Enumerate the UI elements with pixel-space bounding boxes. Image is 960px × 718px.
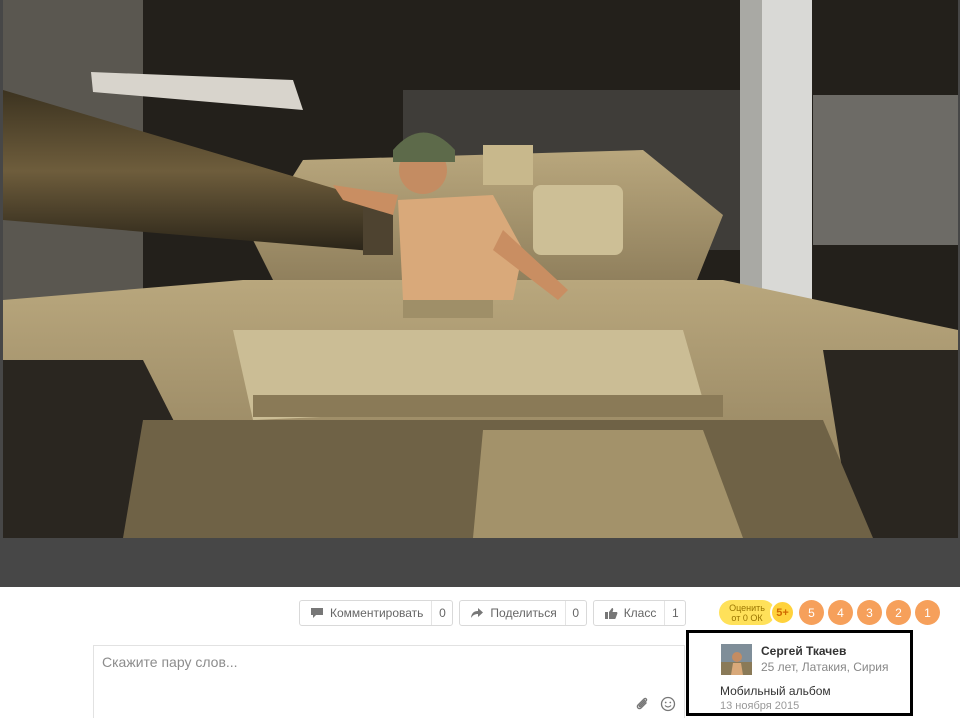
rate-5-plus-button[interactable]: 5+	[770, 600, 795, 625]
rate-label[interactable]: Оценить от 0 ОК	[719, 600, 775, 625]
comment-box	[93, 645, 685, 718]
comment-icon	[311, 608, 323, 618]
comment-tools	[634, 696, 676, 712]
rate-4-button[interactable]: 4	[828, 600, 853, 625]
author-info: 25 лет, Латакия, Сирия	[761, 660, 889, 674]
comment-input[interactable]	[94, 646, 684, 678]
avatar-image	[721, 644, 752, 675]
like-button-label: Класс	[623, 606, 657, 620]
rate-3-button[interactable]: 3	[857, 600, 882, 625]
thumbs-up-icon	[604, 607, 618, 619]
comment-button[interactable]: Комментировать 0	[299, 600, 454, 626]
tank-photo-illustration	[3, 0, 958, 538]
comment-button-label: Комментировать	[330, 606, 424, 620]
rate-2-button[interactable]: 2	[886, 600, 911, 625]
share-button-label: Поделиться	[490, 606, 557, 620]
rate-5-button[interactable]: 5	[799, 600, 824, 625]
author-card: Сергей Ткачев 25 лет, Латакия, Сирия Моб…	[686, 630, 913, 716]
album-link[interactable]: Мобильный альбом	[720, 684, 831, 698]
rate-label-line2: от 0 ОК	[731, 613, 763, 623]
photo[interactable]	[3, 0, 958, 538]
rating-widget: Оценить от 0 ОК 5+ 5 4 3 2 1	[719, 600, 940, 625]
comment-count: 0	[439, 606, 446, 620]
share-icon	[471, 608, 484, 618]
avatar[interactable]	[721, 644, 752, 675]
action-bar: Комментировать 0 Поделиться 0 Класс 1	[299, 600, 687, 626]
like-count: 1	[672, 606, 679, 620]
photo-date: 13 ноября 2015	[720, 700, 800, 712]
share-button[interactable]: Поделиться 0	[459, 600, 587, 626]
share-count: 0	[572, 606, 580, 620]
like-button[interactable]: Класс 1	[592, 600, 687, 626]
smiley-icon[interactable]	[660, 696, 676, 712]
paperclip-icon[interactable]	[634, 696, 650, 712]
photo-viewer	[0, 0, 960, 587]
rate-label-line1: Оценить	[729, 603, 765, 613]
author-name[interactable]: Сергей Ткачев	[761, 644, 846, 658]
rate-1-button[interactable]: 1	[915, 600, 940, 625]
